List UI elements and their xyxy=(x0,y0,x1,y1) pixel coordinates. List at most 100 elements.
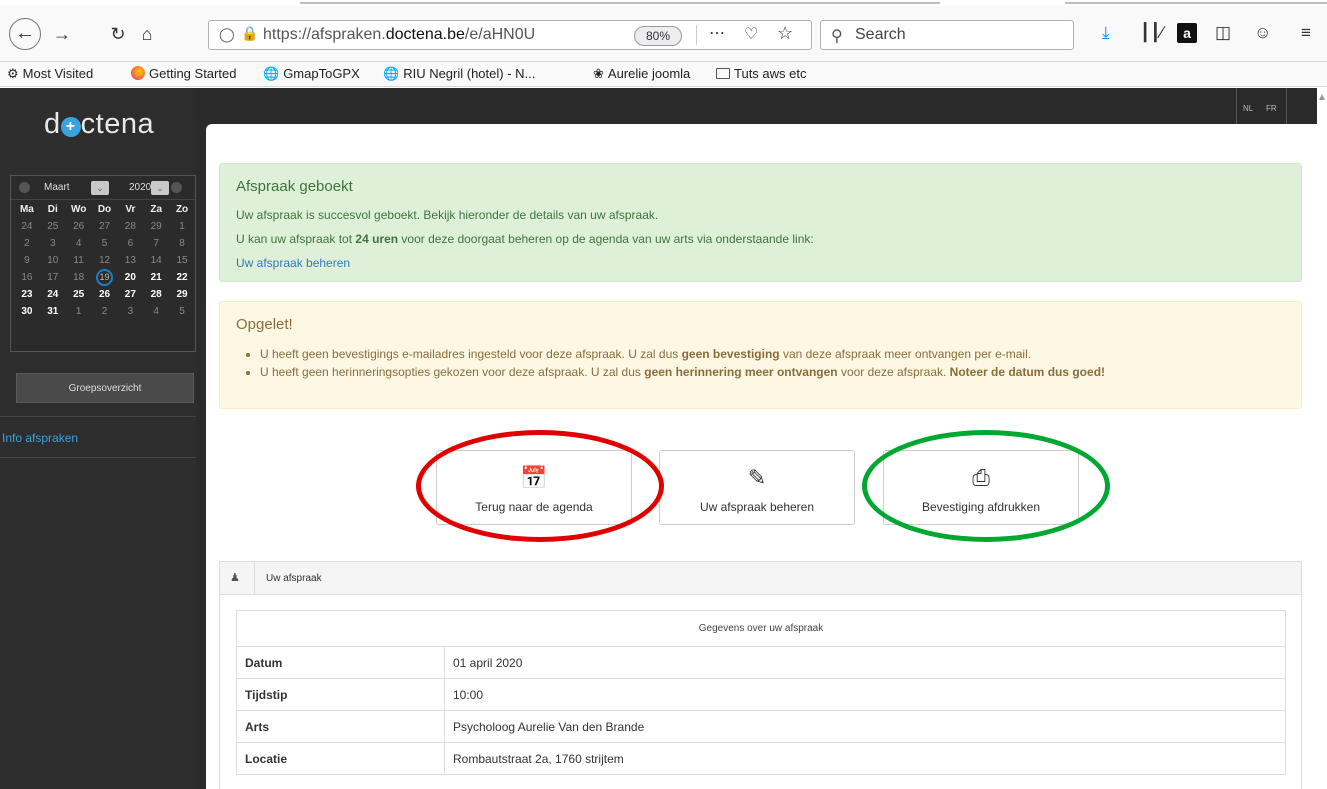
page-actions-icon[interactable]: ⋯ xyxy=(709,23,725,43)
calendar-day[interactable]: 7 xyxy=(143,235,169,252)
calendar-day[interactable]: 22 xyxy=(169,269,195,286)
prev-month-icon[interactable] xyxy=(19,182,30,193)
calendar-day[interactable]: 3 xyxy=(40,235,66,252)
calendar-day[interactable]: 2 xyxy=(14,235,40,252)
globe-icon: 🌐 xyxy=(383,66,400,81)
globe-icon: 🌐 xyxy=(263,66,280,81)
success-alert: Afspraak geboekt Uw afspraak is succesvo… xyxy=(219,163,1302,282)
calendar-day[interactable]: 24 xyxy=(14,218,40,235)
calendar-day[interactable]: 18 xyxy=(66,269,92,286)
back-button[interactable]: ← xyxy=(9,18,41,50)
info-appointments-link[interactable]: Info afspraken xyxy=(2,431,78,445)
detail-value: Psycholoog Aurelie Van den Brande xyxy=(444,710,1286,743)
calendar-week: 16 17 18 19 20 21 22 xyxy=(14,269,195,286)
next-month-icon[interactable] xyxy=(171,182,182,193)
calendar-day[interactable]: 31 xyxy=(40,303,66,320)
page-scrollbar[interactable] xyxy=(1317,88,1327,789)
manage-appointment-button[interactable]: ✎ Uw afspraak beheren xyxy=(659,450,855,525)
manage-appointment-link[interactable]: Uw afspraak beheren xyxy=(236,256,350,270)
calendar-day[interactable]: 1 xyxy=(169,218,195,235)
calendar-day[interactable]: 23 xyxy=(14,286,40,303)
calendar-day[interactable]: 20 xyxy=(117,269,143,286)
detail-value: Rombautstraat 2a, 1760 strijtem xyxy=(444,742,1286,775)
bookmark-most-visited[interactable]: ⚙ Most Visited xyxy=(7,66,93,82)
lock-icon[interactable]: 🔒 xyxy=(241,25,258,42)
calendar-day[interactable]: 8 xyxy=(169,235,195,252)
bookmark-aurelie-joomla[interactable]: ❀ Aurelie joomla xyxy=(593,66,690,82)
pocket-icon[interactable]: ♡ xyxy=(744,24,758,44)
year-dropdown[interactable]: ⌄ xyxy=(151,181,169,195)
weekday: Ma xyxy=(19,204,34,215)
detail-key: Locatie xyxy=(236,742,445,775)
calendar-day[interactable]: 3 xyxy=(117,303,143,320)
calendar-day[interactable]: 14 xyxy=(143,252,169,269)
zoom-indicator[interactable]: 80% xyxy=(634,26,682,46)
calendar-day[interactable]: 11 xyxy=(66,252,92,269)
shield-icon[interactable]: ◯ xyxy=(219,26,235,43)
calendar-day[interactable]: 4 xyxy=(143,303,169,320)
table-row: Arts Psycholoog Aurelie Van den Brande xyxy=(236,710,1286,743)
calendar-day[interactable]: 28 xyxy=(143,286,169,303)
calendar-year: 2020 xyxy=(129,182,152,193)
calendar-day[interactable]: 4 xyxy=(66,235,92,252)
calendar-day[interactable]: 24 xyxy=(40,286,66,303)
search-input[interactable] xyxy=(855,25,1055,45)
calendar-day[interactable]: 27 xyxy=(117,286,143,303)
calendar-day[interactable]: 26 xyxy=(66,218,92,235)
menu-icon[interactable]: ≡ xyxy=(1301,23,1311,43)
calendar-day[interactable]: 5 xyxy=(169,303,195,320)
calendar-day[interactable]: 17 xyxy=(40,269,66,286)
calendar-day[interactable]: 12 xyxy=(92,252,118,269)
calendar-day[interactable]: 16 xyxy=(14,269,40,286)
bookmark-tuts-aws[interactable]: Tuts aws etc xyxy=(716,66,806,81)
calendar-day[interactable]: 21 xyxy=(143,269,169,286)
bookmark-getting-started[interactable]: Getting Started xyxy=(131,66,236,81)
calendar-day[interactable]: 30 xyxy=(14,303,40,320)
lang-nl-link[interactable]: NL xyxy=(1243,104,1253,113)
group-overview-button[interactable]: Groepsoverzicht xyxy=(16,373,194,403)
table-header-row: Gegevens over uw afspraak xyxy=(236,610,1286,647)
gear-icon: ⚙ xyxy=(7,66,19,81)
bookmark-gmaptogpx[interactable]: 🌐 GmapToGPX xyxy=(263,66,360,82)
calendar-day[interactable]: 6 xyxy=(117,235,143,252)
download-icon[interactable]: ⤓ xyxy=(1102,23,1110,43)
calendar-day[interactable]: 13 xyxy=(117,252,143,269)
detail-key: Arts xyxy=(236,710,445,743)
doctena-logo[interactable]: d + ctena xyxy=(44,108,154,141)
calendar-day[interactable]: 28 xyxy=(117,218,143,235)
reload-button[interactable]: ↻ xyxy=(104,20,132,48)
home-button[interactable]: ⌂ xyxy=(133,20,161,48)
bookmark-star-icon[interactable]: ☆ xyxy=(777,23,793,44)
calendar-day[interactable]: 27 xyxy=(92,218,118,235)
library-icon[interactable]: ┃┃∕ xyxy=(1140,23,1163,43)
plus-icon: + xyxy=(60,117,81,137)
lang-fr-link[interactable]: FR xyxy=(1266,104,1277,113)
calendar-day[interactable]: 26 xyxy=(92,286,118,303)
month-dropdown[interactable]: ⌄ xyxy=(91,181,109,195)
search-box[interactable]: ⚲ xyxy=(820,20,1074,50)
amazon-icon[interactable]: a xyxy=(1177,23,1197,43)
url-bar[interactable]: ◯ 🔒 https://afspraken.doctena.be/e/aHN0U… xyxy=(208,20,812,50)
sidebar-toggle-icon[interactable]: ◫ xyxy=(1215,23,1231,43)
calendar-day[interactable]: 25 xyxy=(66,286,92,303)
calendar-day[interactable]: 15 xyxy=(169,252,195,269)
calendar-day[interactable]: 2 xyxy=(92,303,118,320)
url-text[interactable]: https://afspraken.doctena.be/e/aHN0U xyxy=(263,26,583,44)
success-title: Afspraak geboekt xyxy=(236,178,353,195)
bookmark-riu-negril[interactable]: 🌐 RIU Negril (hotel) - N... xyxy=(383,66,535,82)
calendar-day[interactable]: 1 xyxy=(66,303,92,320)
red-highlight-circle xyxy=(416,430,664,542)
scroll-up-icon[interactable] xyxy=(1319,94,1325,100)
calendar-day[interactable]: 29 xyxy=(169,286,195,303)
calendar-day[interactable]: 9 xyxy=(14,252,40,269)
calendar-day[interactable]: 5 xyxy=(92,235,118,252)
weekday: Do xyxy=(97,204,112,215)
calendar-day-today[interactable]: 19 xyxy=(92,269,118,286)
account-icon[interactable]: ☺ xyxy=(1254,23,1271,43)
calendar-day[interactable]: 25 xyxy=(40,218,66,235)
calendar-day[interactable]: 10 xyxy=(40,252,66,269)
detail-key: Datum xyxy=(236,646,445,679)
forward-button[interactable]: → xyxy=(48,20,76,48)
calendar-day[interactable]: 29 xyxy=(143,218,169,235)
table-row: Tijdstip 10:00 xyxy=(236,678,1286,711)
